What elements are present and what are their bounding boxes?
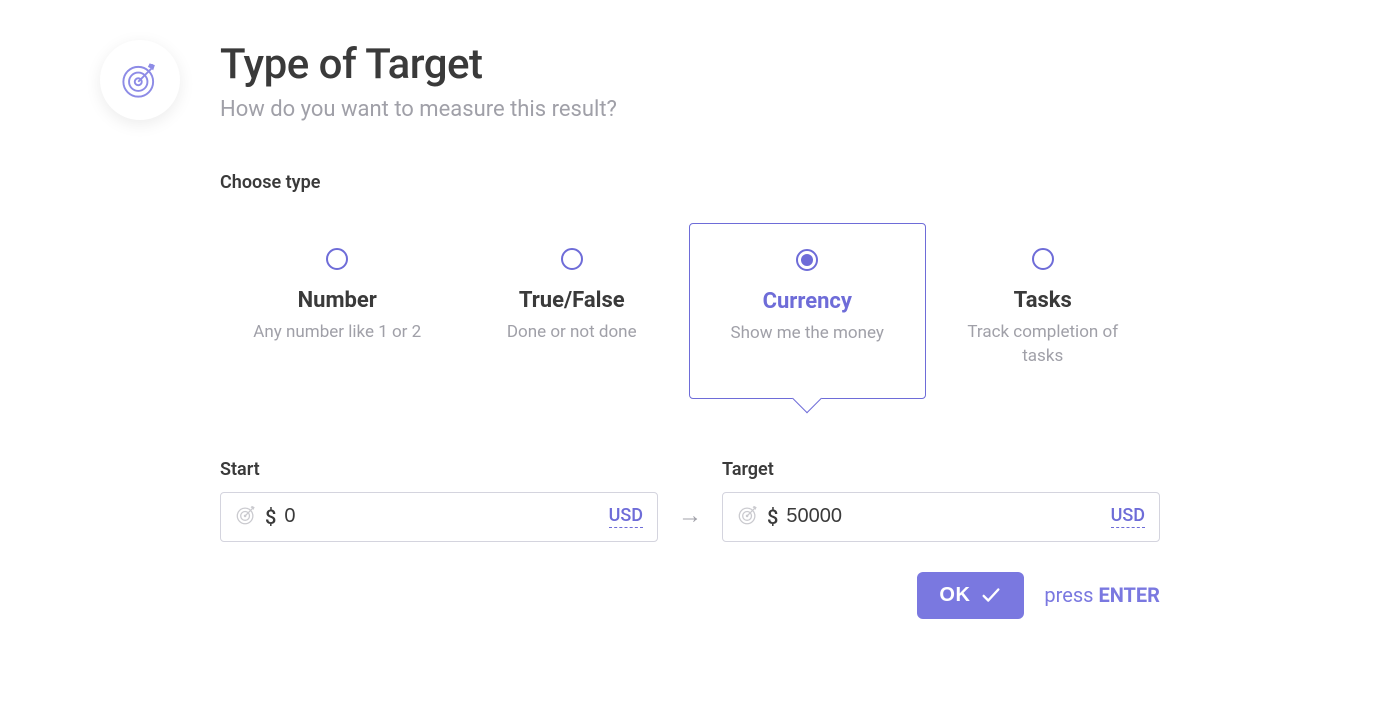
currency-code-selector[interactable]: USD bbox=[1111, 505, 1145, 528]
type-option-currency[interactable]: Currency Show me the money bbox=[689, 223, 926, 399]
target-input[interactable] bbox=[786, 505, 1102, 528]
check-icon bbox=[980, 584, 1002, 606]
currency-symbol: $ bbox=[767, 505, 778, 529]
start-input[interactable] bbox=[284, 505, 600, 528]
value-inputs-row: Start $ USD → Target $ USD bbox=[220, 459, 1160, 542]
press-enter-hint: press ENTER bbox=[1044, 583, 1160, 607]
start-label: Start bbox=[220, 459, 658, 480]
currency-symbol: $ bbox=[265, 505, 276, 529]
currency-code-selector[interactable]: USD bbox=[609, 505, 643, 528]
type-option-truefalse[interactable]: True/False Done or not done bbox=[455, 223, 690, 399]
type-desc: Show me the money bbox=[705, 322, 910, 346]
enter-word: ENTER bbox=[1098, 583, 1160, 607]
target-input-container: $ USD bbox=[722, 492, 1160, 542]
start-input-container: $ USD bbox=[220, 492, 658, 542]
target-icon bbox=[737, 504, 759, 530]
type-option-tasks[interactable]: Tasks Track completion of tasks bbox=[926, 223, 1161, 399]
radio-icon bbox=[1032, 248, 1054, 270]
type-desc: Any number like 1 or 2 bbox=[235, 321, 440, 345]
page-subtitle: How do you want to measure this result? bbox=[220, 97, 617, 122]
target-label: Target bbox=[722, 459, 1160, 480]
type-title: Number bbox=[235, 288, 440, 313]
radio-icon bbox=[796, 249, 818, 271]
type-title: True/False bbox=[470, 288, 675, 313]
type-desc: Done or not done bbox=[470, 321, 675, 345]
radio-icon bbox=[561, 248, 583, 270]
choose-type-label: Choose type bbox=[220, 172, 1160, 193]
page-title: Type of Target bbox=[220, 40, 617, 89]
footer-actions: OK press ENTER bbox=[220, 572, 1160, 619]
press-word: press bbox=[1044, 583, 1093, 607]
type-title: Currency bbox=[705, 289, 910, 314]
type-title: Tasks bbox=[941, 288, 1146, 313]
target-icon bbox=[235, 504, 257, 530]
target-icon-badge bbox=[100, 40, 180, 120]
radio-icon bbox=[326, 248, 348, 270]
target-icon bbox=[119, 59, 161, 101]
ok-button-label: OK bbox=[939, 584, 970, 607]
ok-button[interactable]: OK bbox=[917, 572, 1024, 619]
page-header: Type of Target How do you want to measur… bbox=[100, 40, 1300, 122]
arrow-right-icon: → bbox=[678, 501, 702, 542]
type-options-row: Number Any number like 1 or 2 True/False… bbox=[220, 223, 1160, 399]
type-option-number[interactable]: Number Any number like 1 or 2 bbox=[220, 223, 455, 399]
type-desc: Track completion of tasks bbox=[941, 321, 1146, 369]
